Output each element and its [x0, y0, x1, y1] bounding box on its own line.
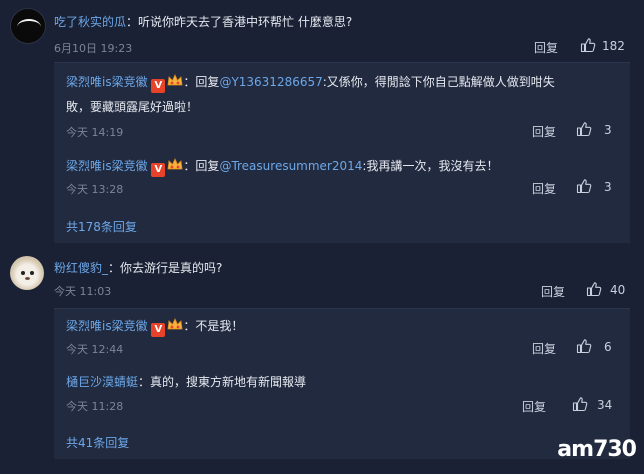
like-icon[interactable]: [576, 338, 592, 354]
reply-username[interactable]: 梁烈唯is梁竞徽: [66, 159, 148, 173]
reply-button[interactable]: 回复: [532, 180, 556, 197]
reply-text-row: 梁烈唯is梁竞徽 V ：不是我！: [66, 317, 243, 337]
watermark-text: am730: [557, 437, 637, 462]
like-icon[interactable]: [576, 121, 592, 137]
reply-timestamp: 今天 11:28: [66, 400, 124, 413]
crown-icon: [167, 158, 183, 172]
comment-username[interactable]: 粉红傻豹_: [54, 261, 108, 275]
reply-username[interactable]: 梁烈唯is梁竞徽: [66, 319, 148, 333]
reply-text: ：真的，搜東方新地有新聞報導: [138, 375, 307, 389]
reply-prefix: ：回复: [183, 159, 220, 173]
avatar[interactable]: [10, 8, 46, 44]
verified-badge-icon: V: [151, 163, 166, 177]
comment-timestamp: 今天 11:03: [54, 285, 112, 298]
verified-badge-icon: V: [151, 323, 166, 337]
avatar[interactable]: [10, 256, 44, 290]
like-count: 182: [602, 39, 625, 53]
reply-prefix: ：回复: [183, 75, 220, 89]
reply-text-row: 梁烈唯is梁竞徽 V ：回复@Treasuresummer2014:我再講一次，我…: [66, 157, 498, 177]
reply-timestamp: 今天 13:28: [66, 183, 124, 196]
like-icon[interactable]: [580, 37, 596, 53]
reply-text: ：不是我！: [183, 319, 244, 333]
more-replies-link[interactable]: 共178条回复: [66, 218, 137, 235]
reply-button[interactable]: 回复: [532, 340, 556, 357]
comment-text-row: 吃了秋实的瓜：听说你昨天去了香港中环帮忙 什麼意思?: [54, 13, 352, 30]
reply-button[interactable]: 回复: [541, 283, 565, 300]
like-icon[interactable]: [586, 281, 602, 297]
reply-text-line1: :又係你，得閒諗下你自己點解做人做到咁失: [322, 75, 555, 89]
comment-username[interactable]: 吃了秋实的瓜: [54, 15, 126, 29]
like-icon[interactable]: [576, 178, 592, 194]
comment-text-row: 粉红傻豹_：你去游行是真的吗?: [54, 259, 222, 276]
reply-button[interactable]: 回复: [534, 39, 558, 56]
reply-text-row: 樋巨沙漠蜻蜓：真的，搜東方新地有新聞報導: [66, 373, 306, 390]
reply-username[interactable]: 梁烈唯is梁竞徽: [66, 75, 148, 89]
reply-timestamp: 今天 14:19: [66, 126, 124, 139]
like-count: 3: [604, 123, 612, 137]
like-count: 6: [604, 340, 612, 354]
reply-text-line2: 敗，要藏頭露尾好過啦！: [66, 100, 199, 114]
crown-icon: [167, 318, 183, 332]
mention-link[interactable]: @Y13631286657: [219, 75, 322, 89]
verified-badge-icon: V: [151, 79, 166, 93]
comment-timestamp: 6月10日 19:23: [54, 42, 133, 55]
crown-icon: [167, 74, 183, 88]
like-count: 34: [597, 398, 613, 412]
reply-text-row: 梁烈唯is梁竞徽 V ：回复@Y13631286657:又係你，得閒諗下你自己點解…: [66, 73, 555, 93]
reply-button[interactable]: 回复: [522, 398, 546, 415]
like-count: 3: [604, 180, 612, 194]
mention-link[interactable]: @Treasuresummer2014: [219, 159, 362, 173]
like-icon[interactable]: [572, 396, 588, 412]
watermark-logo: am730: [557, 437, 637, 462]
more-replies-link[interactable]: 共41条回复: [66, 434, 129, 451]
reply-timestamp: 今天 12:44: [66, 343, 124, 356]
reply-text-line1: :我再講一次，我沒有去！: [362, 159, 499, 173]
reply-button[interactable]: 回复: [532, 123, 556, 140]
comment-text: ：你去游行是真的吗?: [108, 261, 223, 275]
comment-text: ：听说你昨天去了香港中环帮忙 什麼意思?: [126, 15, 353, 29]
like-count: 40: [610, 283, 626, 297]
reply-username[interactable]: 樋巨沙漠蜻蜓: [66, 375, 138, 389]
